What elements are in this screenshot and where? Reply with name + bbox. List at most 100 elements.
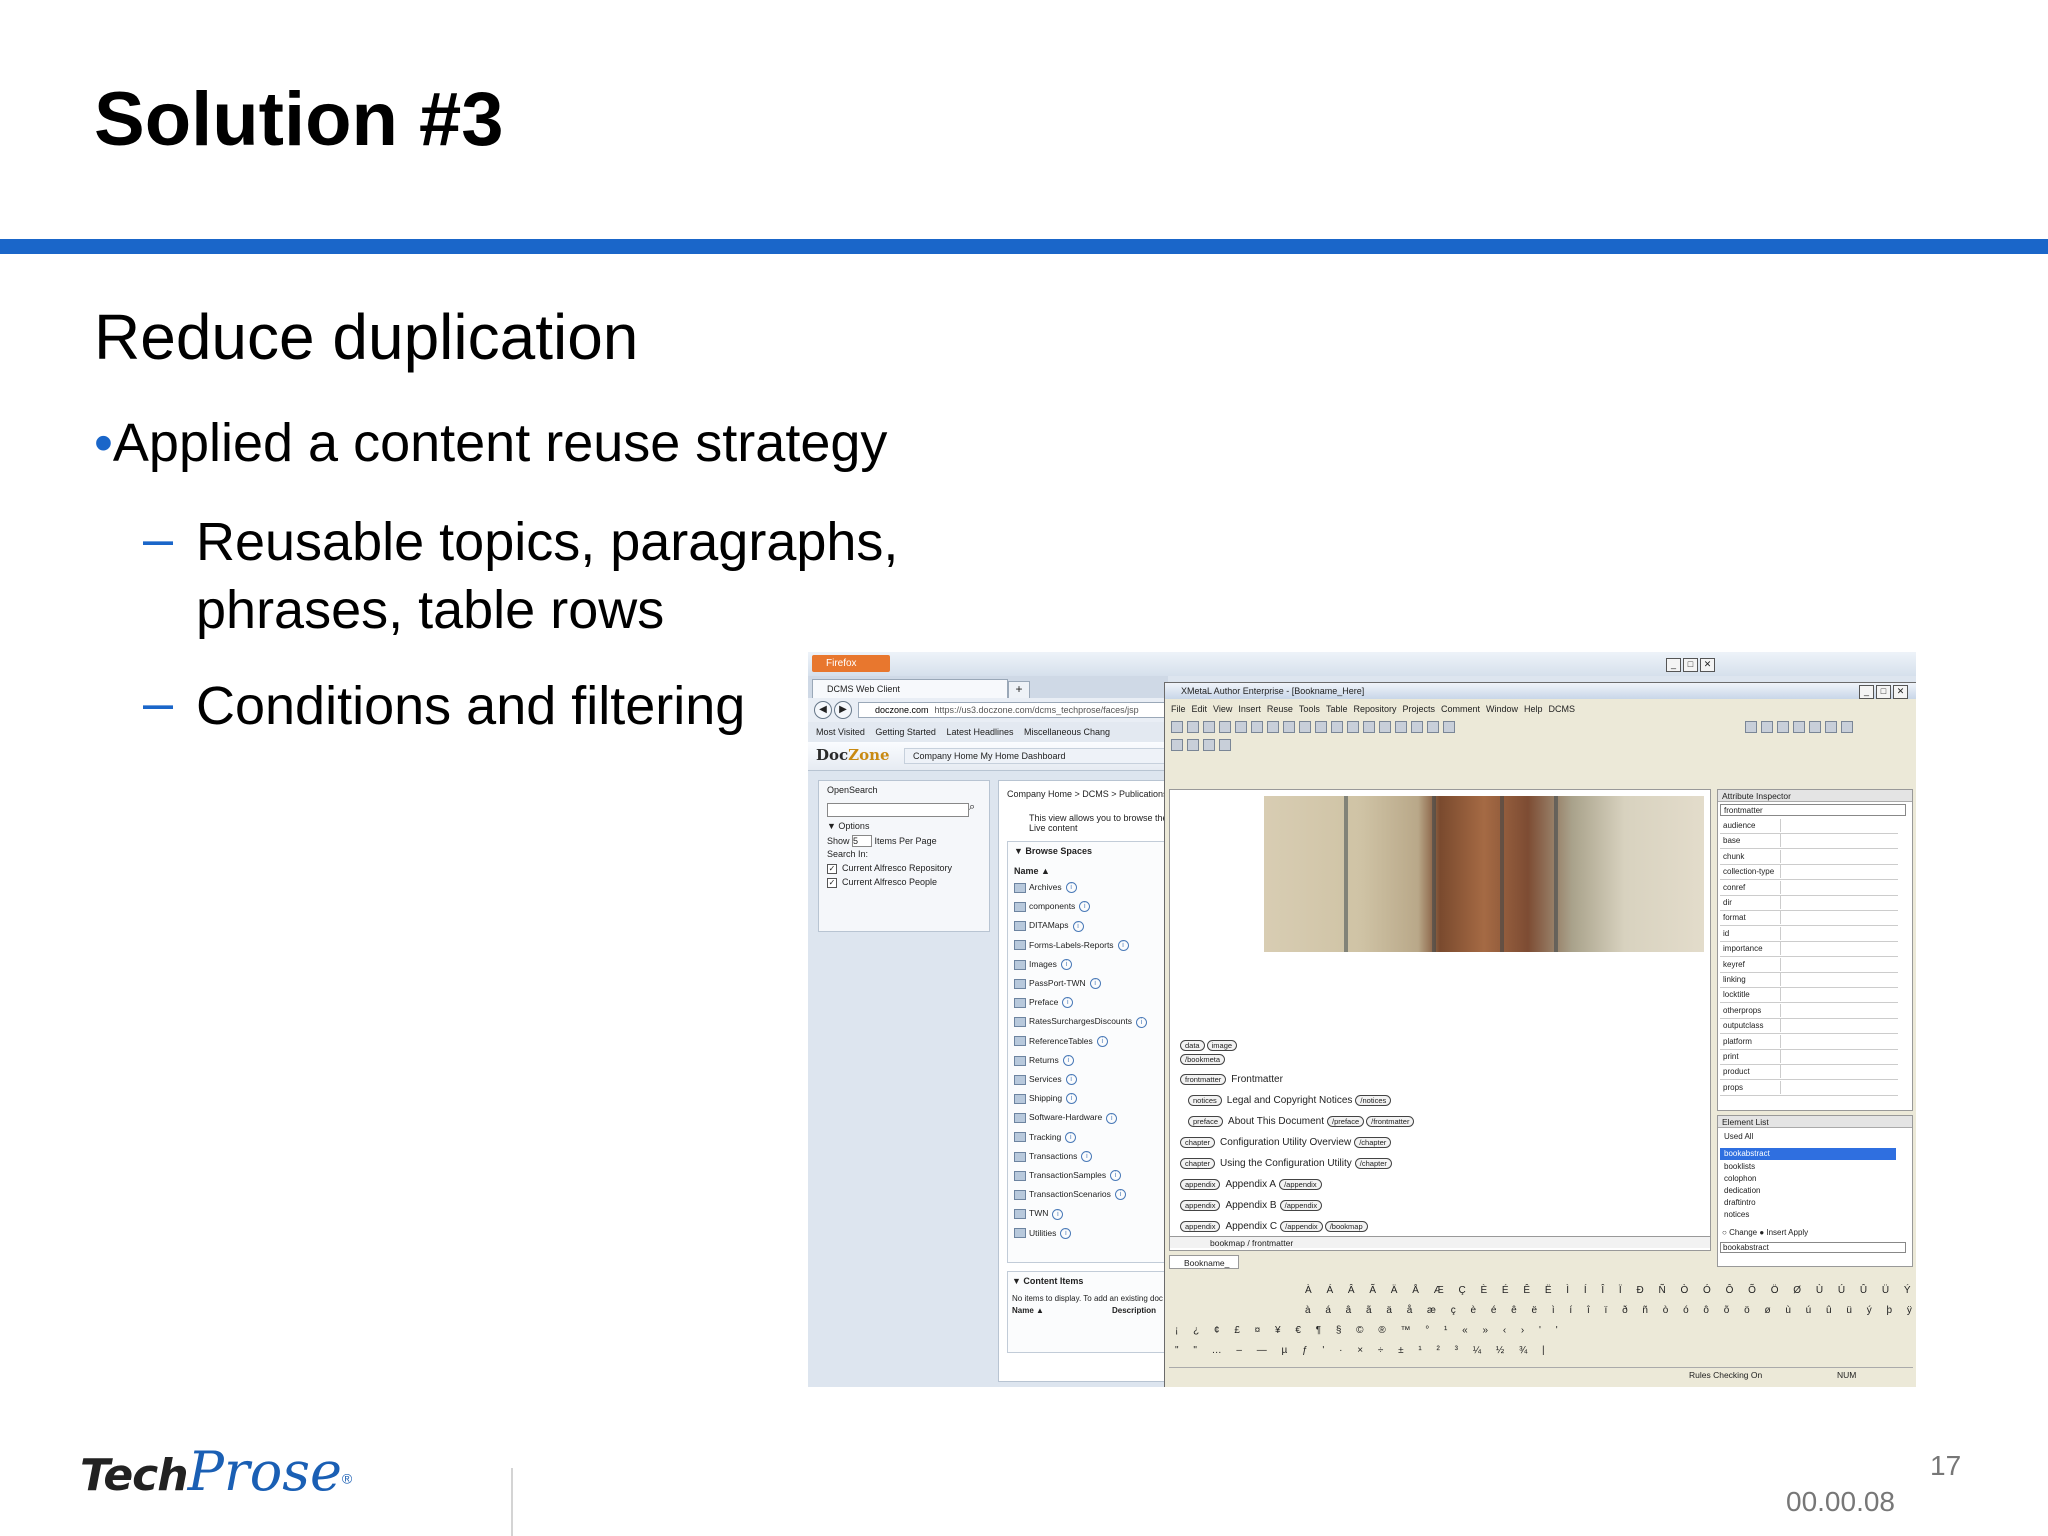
tab-used[interactable]: Used (1724, 1132, 1743, 1141)
attribute-row[interactable]: platform (1720, 1034, 1898, 1050)
new-tab-button[interactable]: + (1008, 681, 1030, 699)
search-icon[interactable]: ⌕ (969, 801, 975, 814)
minimize-icon[interactable]: _ (1859, 685, 1874, 699)
structure-row[interactable]: appendix Appendix A/appendix (1180, 1179, 1324, 1190)
space-item[interactable]: Software-Hardware i (1014, 1112, 1118, 1124)
attribute-value[interactable] (1780, 1050, 1891, 1063)
bookmark-item[interactable]: Getting Started (875, 722, 936, 742)
attribute-row[interactable]: format (1720, 910, 1898, 927)
search-target-checkbox[interactable]: ✓ Current Alfresco People (827, 877, 937, 888)
structure-row[interactable]: frontmatter Frontmatter (1180, 1074, 1286, 1085)
attribute-row[interactable]: product (1720, 1064, 1898, 1081)
attribute-row[interactable]: locktitle (1720, 987, 1898, 1004)
charmap-row[interactable]: à á â ã ä å æ ç è é ê ë ì í î ï ð ñ ò ó … (1305, 1301, 1913, 1321)
attribute-row[interactable]: dir (1720, 895, 1898, 911)
space-item[interactable]: TWN i (1014, 1208, 1064, 1220)
attribute-row[interactable]: keyref (1720, 957, 1898, 973)
attribute-row[interactable]: otherprops (1720, 1003, 1898, 1019)
browser-tab[interactable]: DCMS Web Client (812, 679, 1008, 698)
folder-icon[interactable] (1347, 721, 1359, 733)
info-icon[interactable]: i (1117, 939, 1129, 951)
attribute-value[interactable] (1780, 1065, 1891, 1079)
tag-icon[interactable] (1171, 739, 1183, 751)
tool-icon[interactable] (1761, 721, 1773, 733)
copy-icon[interactable] (1267, 721, 1279, 733)
content-name-header[interactable]: Name ▲ (1012, 1306, 1044, 1315)
info-icon[interactable]: i (1089, 978, 1101, 990)
info-icon[interactable] (1219, 739, 1231, 751)
space-item[interactable]: Returns i (1014, 1055, 1074, 1067)
menu-item-insert[interactable]: Insert (1238, 704, 1261, 714)
attribute-value[interactable] (1780, 926, 1891, 940)
document-tab[interactable]: Bookname_ (1169, 1255, 1239, 1269)
space-item[interactable]: Images i (1014, 959, 1072, 971)
menu-item-repository[interactable]: Repository (1353, 704, 1396, 714)
change-radio[interactable]: Change (1729, 1228, 1757, 1237)
attribute-value[interactable] (1780, 911, 1891, 925)
paste-icon[interactable] (1283, 721, 1295, 733)
name-column-header[interactable]: Name ▲ (1014, 866, 1050, 876)
element-selected[interactable]: bookabstract (1720, 1148, 1896, 1160)
attribute-value[interactable] (1780, 1003, 1891, 1017)
bookmark-item[interactable]: Latest Headlines (946, 722, 1013, 742)
help-icon[interactable] (1443, 721, 1455, 733)
space-item[interactable]: TransactionScenarios i (1014, 1189, 1126, 1201)
attribute-row[interactable]: base (1720, 833, 1898, 850)
apply-button[interactable]: Apply (1788, 1228, 1808, 1237)
info-icon[interactable]: i (1062, 1055, 1074, 1067)
attribute-value[interactable] (1780, 973, 1891, 986)
bookmark-item[interactable]: Most Visited (816, 722, 865, 742)
content-items-heading[interactable]: ▼ Content Items (1012, 1276, 1083, 1286)
bookmark-item[interactable]: Miscellaneous Chang (1024, 722, 1110, 742)
info-icon[interactable]: i (1060, 959, 1072, 971)
space-item[interactable]: ReferenceTables i (1014, 1036, 1108, 1047)
items-per-page-input[interactable]: 5 (852, 835, 873, 847)
menu-item-window[interactable]: Window (1486, 704, 1518, 714)
insert-radio[interactable]: Insert (1766, 1228, 1786, 1237)
menu-item-dcms[interactable]: DCMS (1549, 704, 1576, 714)
space-item[interactable]: Tracking i (1014, 1132, 1077, 1143)
tool-icon[interactable] (1793, 721, 1805, 733)
charmap-row[interactable]: " " … – — µ ƒ ' · × ÷ ± ¹ ² ³ ¼ ½ ¾ | (1175, 1341, 1913, 1361)
search-input[interactable] (827, 803, 969, 817)
bug-icon[interactable] (1203, 739, 1215, 751)
print-icon[interactable] (1219, 721, 1231, 733)
structure-row[interactable]: appendix Appendix B/appendix (1180, 1200, 1324, 1211)
menu-item-reuse[interactable]: Reuse (1267, 704, 1293, 714)
attribute-row[interactable]: linking (1720, 972, 1898, 988)
attribute-row[interactable]: id (1720, 926, 1898, 942)
attribute-value[interactable] (1780, 896, 1891, 909)
element-current-field[interactable]: bookabstract (1720, 1242, 1906, 1253)
attribute-row[interactable]: print (1720, 1049, 1898, 1065)
info-icon[interactable]: i (1062, 997, 1074, 1009)
info-icon[interactable]: i (1136, 1016, 1147, 1028)
attribute-row[interactable]: importance (1720, 941, 1898, 958)
menu-item-help[interactable]: Help (1524, 704, 1543, 714)
space-item[interactable]: DITAMaps i (1014, 920, 1084, 932)
info-icon[interactable]: i (1072, 920, 1084, 932)
attribute-value[interactable] (1780, 834, 1891, 848)
breadcrumb[interactable]: Company Home > DCMS > Publications > (1007, 789, 1175, 799)
space-item[interactable]: Archives i (1014, 882, 1077, 894)
attribute-row[interactable]: collection-type (1720, 864, 1898, 881)
close-icon[interactable]: ✕ (1893, 685, 1908, 699)
element-list-item[interactable]: draftintro (1724, 1198, 1756, 1207)
menu-item-projects[interactable]: Projects (1402, 704, 1435, 714)
attribute-value[interactable] (1780, 1080, 1891, 1094)
attribute-value[interactable] (1780, 1034, 1891, 1048)
info-icon[interactable]: i (1052, 1208, 1064, 1220)
find-icon[interactable] (1235, 721, 1247, 733)
charmap-row[interactable]: ¡ ¿ ¢ £ ¤ ¥ € ¶ § © ® ™ ° ¹ « » ‹ › ' ' (1175, 1321, 1913, 1341)
attribute-value[interactable] (1780, 865, 1891, 879)
space-item[interactable]: Services i (1014, 1074, 1077, 1086)
content-description-header[interactable]: Description (1112, 1306, 1156, 1315)
space-item[interactable]: Forms-Labels-Reports i (1014, 940, 1129, 951)
element-list-item[interactable]: booklists (1724, 1162, 1755, 1171)
menu-item-tools[interactable]: Tools (1299, 704, 1320, 714)
character-palette[interactable]: À Á Â Ã Ä Å Æ Ç È É Ê Ë Ì Í Î Ï Ð Ñ Ò Ó … (1175, 1281, 1916, 1361)
maximize-icon[interactable]: □ (1683, 658, 1698, 672)
attribute-value[interactable] (1780, 942, 1891, 956)
close-icon[interactable]: ✕ (1700, 658, 1715, 672)
info-icon[interactable]: i (1114, 1189, 1126, 1201)
element-list-item[interactable]: colophon (1724, 1174, 1756, 1183)
